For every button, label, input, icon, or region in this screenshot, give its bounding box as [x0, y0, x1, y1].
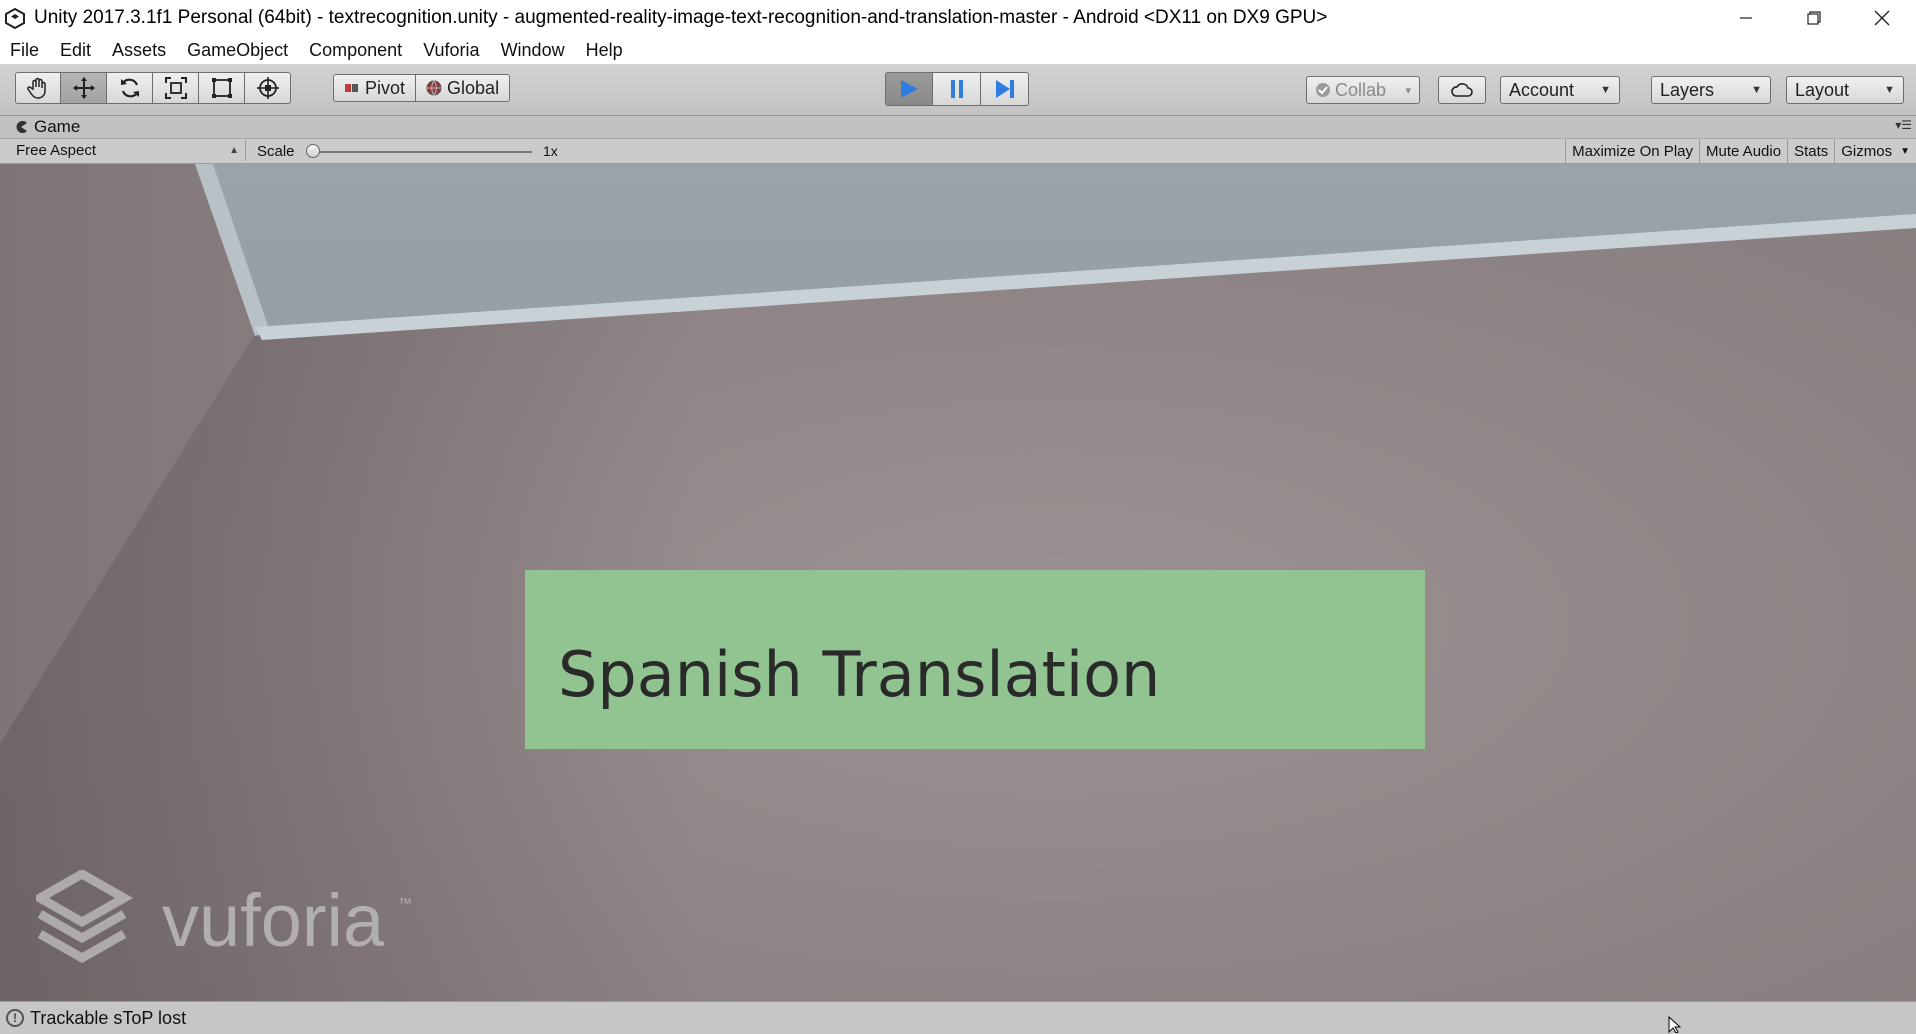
restore-icon: [1807, 11, 1821, 25]
transform-icon: [256, 77, 279, 99]
minimize-icon: [1740, 17, 1752, 19]
mouse-cursor-icon: [1668, 1016, 1682, 1033]
step-button[interactable]: [981, 72, 1029, 106]
translation-panel: Spanish Translation: [525, 570, 1425, 749]
gizmos-label: Gizmos: [1841, 142, 1893, 160]
menu-bar: File Edit Assets GameObject Component Vu…: [0, 36, 1916, 65]
gizmos-button[interactable]: Gizmos ▼: [1834, 139, 1916, 163]
close-button[interactable]: [1848, 0, 1916, 36]
svg-text:™: ™: [398, 895, 412, 911]
game-tab-bar: Game ▾☰: [0, 116, 1916, 139]
scale-slider-thumb[interactable]: [306, 144, 320, 158]
scale-label: Scale: [257, 143, 295, 160]
chevron-down-icon: ▼: [1884, 84, 1895, 96]
pivot-label: Pivot: [365, 77, 406, 98]
scale-value: 1x: [543, 143, 558, 159]
move-icon: [72, 77, 95, 99]
panel-menu-icon[interactable]: ▾☰: [1895, 118, 1912, 132]
stats-button[interactable]: Stats: [1787, 139, 1834, 163]
restore-button[interactable]: [1780, 0, 1848, 36]
step-icon: [995, 80, 1014, 98]
rect-icon: [211, 78, 232, 98]
menu-component[interactable]: Component: [299, 40, 413, 61]
chevron-down-icon: ▼: [1751, 84, 1762, 96]
globe-icon: [426, 80, 442, 96]
menu-gameobject[interactable]: GameObject: [177, 40, 299, 61]
scale-tool-button[interactable]: [153, 72, 199, 104]
global-button[interactable]: Global: [416, 74, 511, 102]
aspect-label: Free Aspect: [16, 142, 97, 159]
account-label: Account: [1509, 79, 1575, 100]
pacman-icon: [16, 121, 27, 133]
pivot-icon: [345, 84, 358, 92]
title-bar: Unity 2017.3.1f1 Personal (64bit) - text…: [0, 0, 1916, 36]
pause-icon: [950, 80, 963, 98]
menu-vuforia[interactable]: Vuforia: [413, 40, 490, 61]
rotate-icon: [120, 78, 139, 98]
menu-file[interactable]: File: [0, 40, 50, 61]
menu-help[interactable]: Help: [576, 40, 634, 61]
collab-dropdown[interactable]: Collab ▾: [1306, 76, 1420, 104]
pause-button[interactable]: [933, 72, 981, 106]
unity-logo-icon: [5, 7, 25, 29]
account-dropdown[interactable]: Account ▼: [1500, 76, 1620, 104]
collab-label: Collab: [1335, 79, 1387, 100]
rotate-tool-button[interactable]: [107, 72, 153, 104]
close-icon: [1874, 10, 1890, 26]
menu-window[interactable]: Window: [491, 40, 576, 61]
cloud-button[interactable]: [1438, 76, 1486, 104]
mute-audio-button[interactable]: Mute Audio: [1699, 139, 1787, 163]
game-view[interactable]: Spanish Translation vuforia ™: [0, 164, 1916, 1001]
menu-assets[interactable]: Assets: [102, 40, 177, 61]
minimize-button[interactable]: [1712, 0, 1780, 36]
svg-text:vuforia: vuforia: [162, 879, 385, 962]
vuforia-logo: vuforia ™: [36, 870, 412, 964]
tab-game-label: Game: [34, 117, 81, 136]
scale-icon: [164, 77, 187, 99]
main-toolbar: Pivot Global Collab ▾ Account ▼ Layers ▼…: [0, 65, 1916, 116]
layers-label: Layers: [1660, 79, 1715, 100]
layout-label: Layout: [1795, 79, 1850, 100]
chevron-down-icon: ▼: [1900, 145, 1910, 157]
rect-tool-button[interactable]: [199, 72, 245, 104]
hand-tool-button[interactable]: [15, 72, 61, 104]
tab-game[interactable]: Game: [14, 117, 80, 137]
check-circle-icon: [1316, 83, 1330, 97]
play-icon: [901, 80, 918, 98]
chevron-down-icon: ▼: [1600, 84, 1611, 96]
menu-edit[interactable]: Edit: [50, 40, 102, 61]
transform-tool-button[interactable]: [245, 72, 291, 104]
window-title: Unity 2017.3.1f1 Personal (64bit) - text…: [34, 7, 1328, 28]
layers-dropdown[interactable]: Layers ▼: [1651, 76, 1771, 104]
game-control-bar: Free Aspect ▲ Scale 1x Maximize On Play …: [0, 139, 1916, 164]
status-bar[interactable]: ! Trackable sToP lost: [0, 1001, 1916, 1034]
maximize-on-play-button[interactable]: Maximize On Play: [1565, 139, 1699, 163]
pivot-button[interactable]: Pivot: [333, 74, 417, 102]
global-label: Global: [447, 77, 500, 98]
aspect-dropdown[interactable]: Free Aspect ▲: [6, 140, 246, 161]
chevron-down-icon: ▾: [1405, 84, 1411, 97]
layout-dropdown[interactable]: Layout ▼: [1786, 76, 1904, 104]
translation-text: Spanish Translation: [558, 638, 1161, 711]
cloud-icon: [1451, 83, 1473, 97]
hand-icon: [27, 77, 46, 99]
info-icon: !: [6, 1009, 24, 1027]
pivot-toggles: Pivot Global: [333, 74, 511, 106]
move-tool-button[interactable]: [61, 72, 107, 104]
scale-slider-track[interactable]: [312, 151, 532, 153]
playback-controls: [885, 72, 1029, 106]
updown-arrows-icon: ▲: [229, 145, 239, 156]
game-view-toggles: Maximize On Play Mute Audio Stats Gizmos…: [1565, 139, 1916, 163]
transform-tools: [15, 72, 291, 104]
status-message: Trackable sToP lost: [30, 1007, 187, 1028]
play-button[interactable]: [885, 72, 933, 106]
